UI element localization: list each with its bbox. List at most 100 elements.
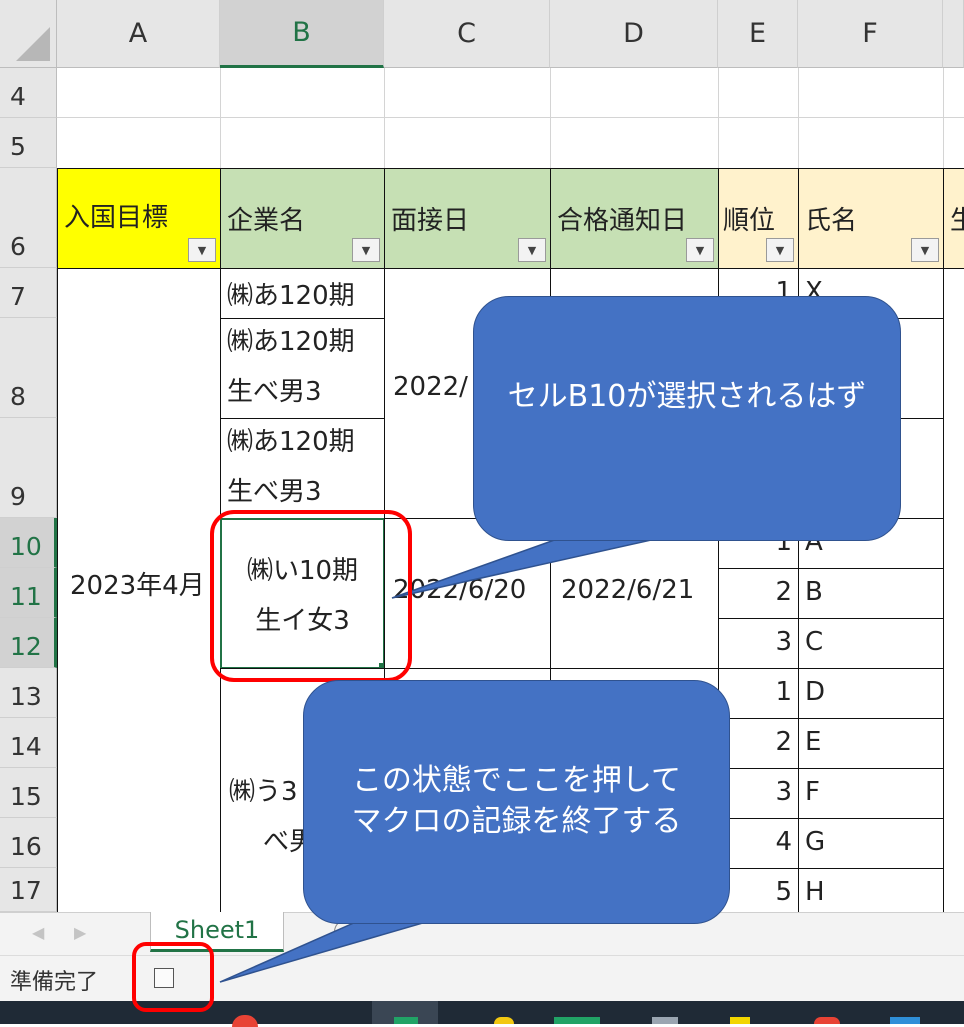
sheet-tab-sheet1[interactable]: Sheet1 bbox=[150, 912, 284, 952]
cell-text: ㈱あ120期 bbox=[227, 281, 355, 311]
cell-e16[interactable]: 4 bbox=[718, 818, 799, 869]
cell-e13[interactable]: 1 bbox=[718, 668, 799, 719]
gridline bbox=[718, 68, 719, 168]
gridline bbox=[798, 68, 799, 168]
callout-text: マクロの記録を終了する bbox=[351, 803, 682, 839]
sheet-tab-label: Sheet1 bbox=[174, 916, 260, 944]
cell-text: 2022/6/21 bbox=[561, 575, 695, 605]
row-header-4[interactable]: 4 bbox=[0, 68, 57, 118]
header-cell-nyukoku[interactable]: 入国目標 ▼ bbox=[57, 168, 221, 269]
row-header-6[interactable]: 6 bbox=[0, 168, 57, 268]
taskbar-app-icon[interactable] bbox=[890, 1017, 920, 1024]
column-header-d[interactable]: D bbox=[550, 0, 718, 68]
scroll-left-icon[interactable]: ◀ bbox=[32, 923, 44, 942]
taskbar-app-icon[interactable] bbox=[232, 1015, 258, 1027]
stop-recording-icon[interactable] bbox=[154, 968, 174, 988]
row-header-12[interactable]: 12 bbox=[0, 618, 57, 668]
row-header-8[interactable]: 8 bbox=[0, 318, 57, 418]
header-label: 順位 bbox=[723, 206, 776, 236]
header-cell-juni[interactable]: 順位 ▼ bbox=[718, 168, 799, 269]
cell-f13[interactable]: D bbox=[798, 668, 944, 719]
gridline bbox=[550, 68, 551, 168]
taskbar-app-icon[interactable] bbox=[554, 1017, 600, 1024]
cell-e14[interactable]: 2 bbox=[718, 718, 799, 769]
cell-f11[interactable]: B bbox=[798, 568, 944, 619]
cell-e15[interactable]: 3 bbox=[718, 768, 799, 819]
cell-e12[interactable]: 3 bbox=[718, 618, 799, 669]
cell-f12[interactable]: C bbox=[798, 618, 944, 669]
gridline bbox=[384, 68, 385, 168]
cell-text: 生イ女3 bbox=[255, 606, 350, 636]
cell-text: ㈱い10期 bbox=[246, 556, 359, 586]
column-header-e[interactable]: E bbox=[718, 0, 798, 68]
filter-dropdown-icon[interactable]: ▼ bbox=[686, 238, 714, 262]
column-header-b[interactable]: B bbox=[220, 0, 384, 68]
cell-text: H bbox=[805, 877, 825, 907]
select-all-corner[interactable] bbox=[0, 0, 57, 68]
row-header-17[interactable]: 17 bbox=[0, 868, 57, 912]
row-header-16[interactable]: 16 bbox=[0, 818, 57, 868]
cell-text: 4 bbox=[775, 827, 792, 857]
cell-text: 5 bbox=[775, 877, 792, 907]
callout-top: セルB10が選択されるはず bbox=[473, 296, 901, 541]
row-header-15[interactable]: 15 bbox=[0, 768, 57, 818]
cell-text: B bbox=[805, 577, 823, 607]
header-cell-goukaku[interactable]: 合格通知日 ▼ bbox=[550, 168, 719, 269]
row-header-5[interactable]: 5 bbox=[0, 118, 57, 168]
header-cell-mensetsu[interactable]: 面接日 ▼ bbox=[384, 168, 551, 269]
cell-f15[interactable]: F bbox=[798, 768, 944, 819]
row-header-14[interactable]: 14 bbox=[0, 718, 57, 768]
taskbar-app-icon[interactable] bbox=[730, 1017, 750, 1024]
cell-text: 3 bbox=[775, 627, 792, 657]
filter-dropdown-icon[interactable]: ▼ bbox=[518, 238, 546, 262]
filter-dropdown-icon[interactable]: ▼ bbox=[911, 238, 939, 262]
row-header-13[interactable]: 13 bbox=[0, 668, 57, 718]
cell-text: D bbox=[805, 677, 826, 707]
row-header-7[interactable]: 7 bbox=[0, 268, 57, 318]
cell-text: 2023年4月 bbox=[70, 570, 205, 601]
column-header-c[interactable]: C bbox=[384, 0, 550, 68]
gridline bbox=[220, 68, 221, 168]
gridline bbox=[57, 117, 964, 118]
header-cell-kigyo[interactable]: 企業名 ▼ bbox=[220, 168, 385, 269]
status-ready: 準備完了 bbox=[10, 970, 99, 995]
header-label: 氏名 bbox=[805, 206, 858, 236]
cell-g-partial[interactable] bbox=[943, 268, 964, 928]
taskbar bbox=[0, 1001, 964, 1027]
cell-e11[interactable]: 2 bbox=[718, 568, 799, 619]
cell-text: 2022/ bbox=[393, 372, 468, 402]
taskbar-app-icon[interactable] bbox=[814, 1017, 840, 1024]
cell-text: 生べ男3 bbox=[227, 477, 322, 507]
header-label: 合格通知日 bbox=[557, 206, 688, 236]
scroll-right-icon[interactable]: ▶ bbox=[74, 923, 86, 942]
taskbar-app-icon[interactable] bbox=[652, 1017, 678, 1024]
cell-text: E bbox=[805, 727, 822, 757]
column-header-f[interactable]: F bbox=[798, 0, 943, 68]
header-cell-g[interactable]: 生 bbox=[943, 168, 964, 269]
header-label: 生 bbox=[950, 200, 964, 237]
header-label: 面接日 bbox=[391, 206, 470, 236]
row-header-10[interactable]: 10 bbox=[0, 518, 57, 568]
cell-b8[interactable]: ㈱あ120期 生べ男3 bbox=[220, 318, 385, 419]
cell-a-merged[interactable]: 2023年4月 bbox=[57, 268, 221, 928]
filter-dropdown-icon[interactable]: ▼ bbox=[352, 238, 380, 262]
cell-b10-selected[interactable]: ㈱い10期 生イ女3 bbox=[220, 518, 385, 669]
filter-dropdown-icon[interactable]: ▼ bbox=[188, 238, 216, 262]
header-cell-shimei[interactable]: 氏名 ▼ bbox=[798, 168, 944, 269]
cell-b7[interactable]: ㈱あ120期 bbox=[220, 268, 385, 319]
cell-f16[interactable]: G bbox=[798, 818, 944, 869]
gridline bbox=[943, 68, 944, 168]
row-header-9[interactable]: 9 bbox=[0, 418, 57, 518]
cell-f14[interactable]: E bbox=[798, 718, 944, 769]
cell-text: 2022/6/20 bbox=[393, 575, 527, 605]
filter-dropdown-icon[interactable]: ▼ bbox=[766, 238, 794, 262]
cell-text: ㈱あ120期 bbox=[227, 327, 355, 357]
cell-text: ㈱あ120期 bbox=[227, 427, 355, 457]
cell-b9[interactable]: ㈱あ120期 生べ男3 bbox=[220, 418, 385, 519]
column-header-a[interactable]: A bbox=[57, 0, 220, 68]
callout-text: この状態でここを押して bbox=[351, 763, 682, 798]
taskbar-app-icon[interactable] bbox=[494, 1017, 514, 1024]
column-header-g[interactable] bbox=[943, 0, 964, 68]
row-header-11[interactable]: 11 bbox=[0, 568, 57, 618]
cell-text: 生べ男3 bbox=[227, 377, 322, 407]
